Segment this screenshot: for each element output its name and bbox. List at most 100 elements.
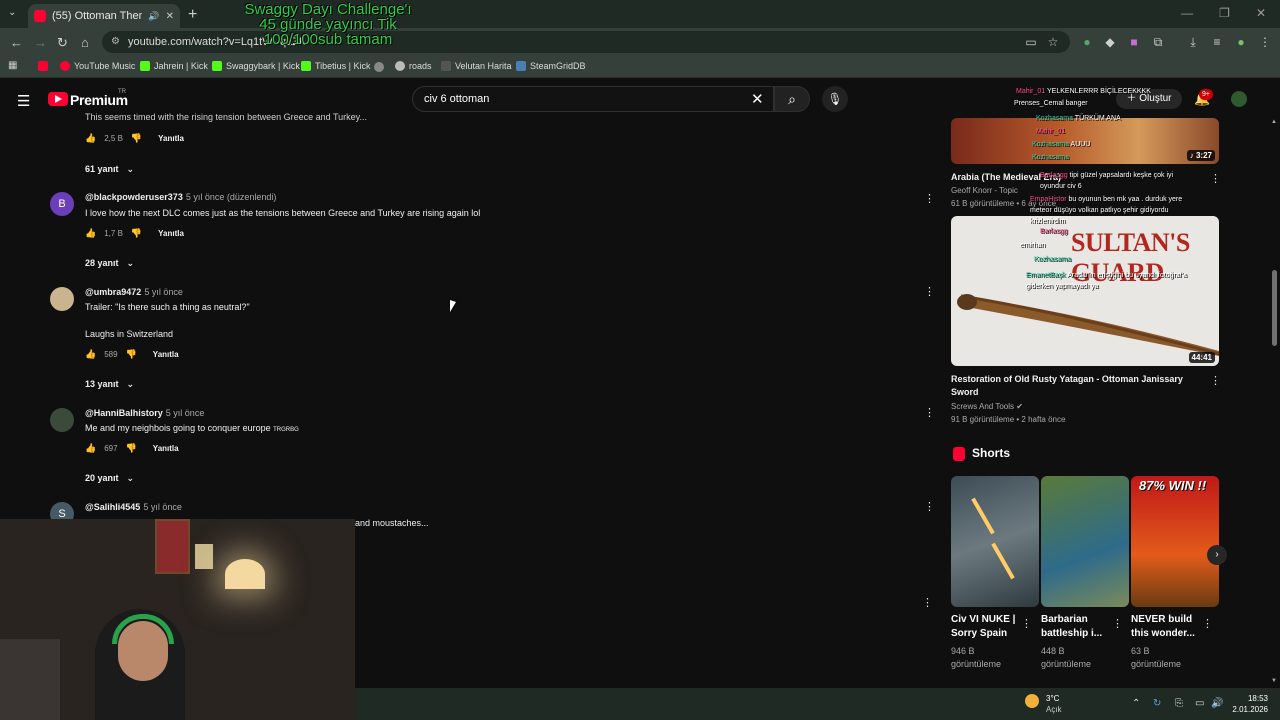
- forward-icon[interactable]: →: [34, 35, 47, 50]
- more-icon[interactable]: ⋮: [922, 596, 933, 609]
- bookmark-swaggybark[interactable]: Swaggybark | Kick: [212, 61, 300, 71]
- like-icon[interactable]: 👍: [85, 133, 96, 144]
- replies-toggle[interactable]: 61 yanıt ⌄: [85, 164, 134, 175]
- short-thumbnail[interactable]: [1041, 476, 1129, 607]
- volume-icon[interactable]: 🔊: [1211, 698, 1223, 709]
- dislike-icon[interactable]: 👎: [131, 228, 142, 239]
- video-channel[interactable]: Screws And Tools ✔: [951, 402, 1023, 411]
- minimize-icon[interactable]: —: [1181, 6, 1193, 20]
- bookmark-jahrein[interactable]: Jahrein | Kick: [140, 61, 208, 71]
- extension-icon-2[interactable]: ◆: [1103, 35, 1117, 49]
- profile-icon[interactable]: ●: [1234, 35, 1248, 49]
- like-icon[interactable]: 👍: [85, 228, 96, 239]
- comment-more-icon[interactable]: ⋮: [924, 285, 935, 298]
- cast-icon[interactable]: ▭: [1024, 35, 1038, 49]
- clock-date[interactable]: 2.01.2026: [1226, 705, 1268, 714]
- like-icon[interactable]: 👍: [85, 349, 96, 360]
- reply-button[interactable]: Yanıtla: [158, 134, 184, 143]
- dislike-icon[interactable]: 👎: [131, 133, 142, 144]
- weather-icon[interactable]: [1025, 694, 1039, 708]
- reply-button[interactable]: Yanıtla: [153, 444, 179, 453]
- chat-message: Prenses_Cemal banger: [1014, 100, 1088, 107]
- extensions-puzzle-icon[interactable]: ⧉: [1151, 35, 1165, 49]
- comment-more-icon[interactable]: ⋮: [924, 192, 935, 205]
- new-tab-button[interactable]: +: [188, 6, 197, 24]
- comment-author[interactable]: @HanniBalhistory 5 yıl önce: [85, 408, 204, 418]
- scrollbar-thumb[interactable]: [1272, 270, 1277, 346]
- replies-toggle[interactable]: 13 yanıt ⌄: [85, 379, 134, 390]
- reload-icon[interactable]: ↻: [57, 35, 68, 51]
- replies-count: 28 yanıt: [85, 258, 119, 268]
- account-avatar[interactable]: [1231, 91, 1247, 107]
- tab-search-icon[interactable]: ⌄: [8, 7, 16, 18]
- short-more-icon[interactable]: ⋮: [1112, 617, 1123, 630]
- youtube-logo-icon[interactable]: [48, 92, 68, 106]
- weather-temperature[interactable]: 3°C: [1046, 694, 1059, 703]
- reading-list-icon[interactable]: ≡: [1210, 35, 1224, 49]
- shorts-next-button[interactable]: ›: [1207, 545, 1227, 565]
- page-scrollbar[interactable]: [1270, 118, 1278, 688]
- avatar[interactable]: B: [50, 192, 74, 216]
- browser-tab-active[interactable]: (55) Ottoman Theme - Atom 🔊 ✕: [28, 4, 180, 28]
- scroll-down-icon[interactable]: ▼: [1271, 678, 1277, 684]
- bookmark-star-icon[interactable]: ☆: [1046, 35, 1060, 49]
- replies-toggle[interactable]: 20 yanıt ⌄: [85, 473, 134, 484]
- dislike-icon[interactable]: 👎: [126, 349, 137, 360]
- scroll-up-icon[interactable]: ▲: [1271, 119, 1277, 125]
- replies-toggle[interactable]: 28 yanıt ⌄: [85, 258, 134, 269]
- close-window-icon[interactable]: ✕: [1256, 6, 1266, 20]
- back-icon[interactable]: ←: [10, 35, 23, 50]
- video-more-icon[interactable]: ⋮: [1210, 172, 1221, 185]
- reply-button[interactable]: Yanıtla: [158, 229, 184, 238]
- video-channel[interactable]: Geoff Knorr - Topic: [951, 186, 1018, 195]
- like-icon[interactable]: 👍: [85, 443, 96, 454]
- speaker-icon[interactable]: 🔊: [148, 11, 159, 22]
- avatar[interactable]: [50, 287, 74, 311]
- video-more-icon[interactable]: ⋮: [1210, 374, 1221, 387]
- extension-icon-3[interactable]: ■: [1127, 35, 1141, 49]
- menu-hamburger-icon[interactable]: ☰: [17, 92, 30, 110]
- video-title[interactable]: Restoration of Old Rusty Yatagan - Ottom…: [951, 374, 1183, 384]
- comment-author[interactable]: @Salihli4545 5 yıl önce: [85, 502, 182, 512]
- comment-more-icon[interactable]: ⋮: [924, 500, 935, 513]
- tray-chevron-icon[interactable]: ⌃: [1132, 698, 1140, 709]
- bookmark-steamgriddb[interactable]: SteamGridDB: [516, 61, 586, 71]
- short-thumbnail[interactable]: [951, 476, 1039, 607]
- video-title-line-2[interactable]: Sword: [951, 387, 979, 397]
- bookmark-roads[interactable]: roads: [395, 61, 432, 71]
- site-info-icon[interactable]: ⚙: [111, 31, 120, 53]
- clock-time[interactable]: 18:53: [1236, 694, 1268, 703]
- browser-menu-icon[interactable]: ⋮: [1258, 35, 1272, 49]
- reply-button[interactable]: Yanıtla: [153, 350, 179, 359]
- dislike-icon[interactable]: 👎: [126, 443, 137, 454]
- maximize-icon[interactable]: ❐: [1219, 6, 1230, 20]
- globe-icon[interactable]: [374, 62, 384, 72]
- steamgriddb-icon: [516, 61, 526, 71]
- short-title[interactable]: NEVER build this wonder...: [1131, 613, 1201, 641]
- chat-message: Mahir_01: [1036, 128, 1066, 135]
- missile-image: [971, 497, 995, 535]
- extension-icon[interactable]: ●: [1080, 35, 1094, 49]
- sync-icon[interactable]: ↻: [1153, 698, 1161, 709]
- download-icon[interactable]: ⤓: [1186, 35, 1200, 49]
- short-thumbnail[interactable]: 87% WIN !!: [1131, 476, 1219, 607]
- bookmark-tibetius[interactable]: Tibetius | Kick: [301, 61, 371, 71]
- short-title[interactable]: Civ VI NUKE | Sorry Spain: [951, 613, 1021, 641]
- comment-author[interactable]: @blackpowderuser373 5 yıl önce (düzenlend…: [85, 192, 276, 202]
- usb-icon[interactable]: ⎘: [1175, 698, 1183, 709]
- short-title[interactable]: Barbarian battleship i...: [1041, 613, 1111, 641]
- video-meta: 91 B görüntüleme • 2 hafta önce: [951, 415, 1066, 424]
- short-more-icon[interactable]: ⋮: [1202, 617, 1213, 630]
- comment-more-icon[interactable]: ⋮: [924, 406, 935, 419]
- tab-close-icon[interactable]: ✕: [166, 11, 174, 22]
- apps-grid-icon[interactable]: ▦: [8, 60, 17, 71]
- avatar[interactable]: [50, 408, 74, 432]
- clear-search-icon[interactable]: ✕: [751, 90, 764, 108]
- bookmark-velutan-harita[interactable]: Velutan Harita: [441, 61, 512, 71]
- short-more-icon[interactable]: ⋮: [1021, 617, 1032, 630]
- home-icon[interactable]: ⌂: [81, 35, 89, 50]
- bookmark-youtube-music[interactable]: YouTube Music: [60, 61, 135, 71]
- youtube-bookmark-icon[interactable]: [38, 61, 48, 71]
- network-icon[interactable]: ▭: [1195, 698, 1204, 709]
- comment-author[interactable]: @umbra9472 5 yıl önce: [85, 287, 183, 297]
